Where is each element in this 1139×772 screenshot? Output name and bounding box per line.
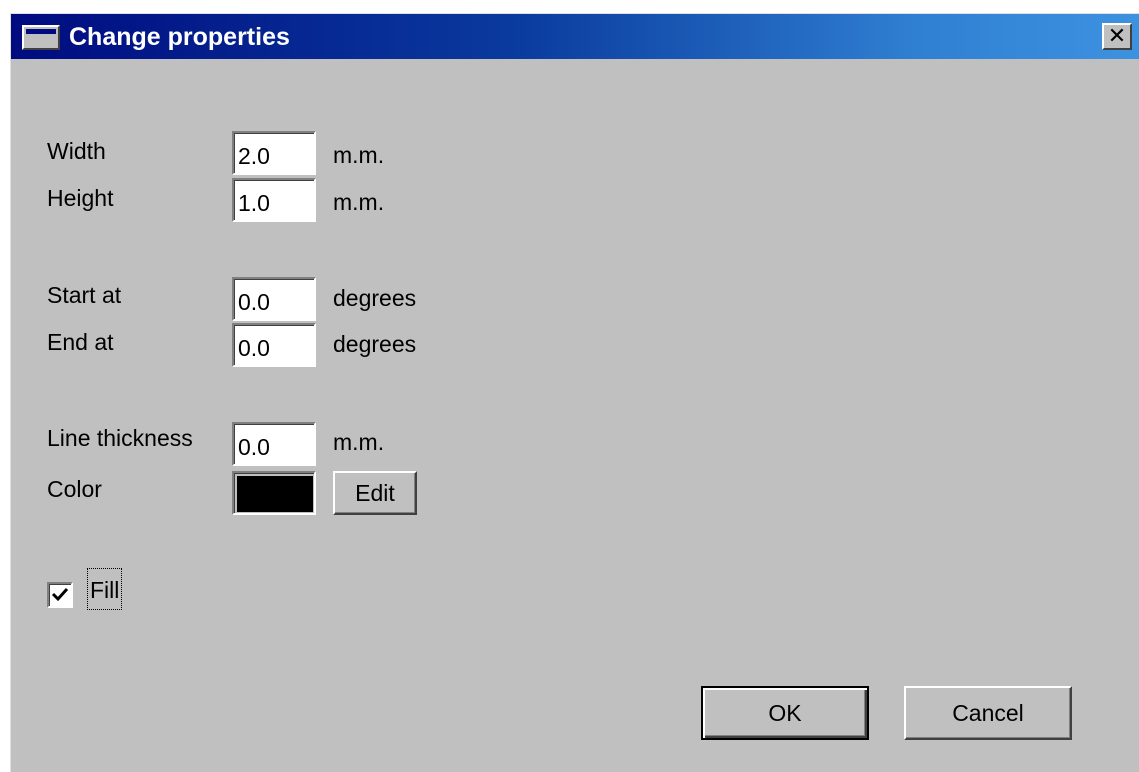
end-angle-field[interactable] (232, 323, 316, 367)
cancel-button[interactable]: Cancel (904, 686, 1072, 740)
line-thickness-field[interactable] (232, 422, 316, 466)
width-unit: m.m. (333, 142, 385, 168)
fill-checkbox[interactable] (47, 582, 73, 608)
edit-color-button[interactable]: Edit (333, 471, 417, 515)
start-angle-label: Start at (47, 282, 122, 308)
height-field[interactable] (232, 178, 316, 222)
title-bar[interactable]: Change properties ✕ (11, 14, 1139, 59)
start-angle-field[interactable] (232, 277, 316, 321)
line-thickness-unit: m.m. (333, 429, 385, 455)
end-angle-label: End at (47, 329, 114, 355)
close-icon[interactable]: ✕ (1102, 23, 1132, 50)
start-angle-unit: degrees (333, 285, 417, 311)
color-swatch-fill (237, 476, 313, 512)
end-angle-unit: degrees (333, 331, 417, 357)
ok-button[interactable]: OK (701, 686, 869, 740)
checkmark-icon (51, 587, 69, 602)
fill-checkbox-label[interactable]: Fill (87, 568, 123, 610)
line-thickness-label: Line thickness (47, 425, 193, 451)
width-label: Width (47, 138, 106, 164)
height-label: Height (47, 185, 114, 211)
change-properties-dialog: Change properties ✕ Width m.m. Height m.… (10, 13, 1139, 772)
color-swatch (232, 471, 316, 515)
height-unit: m.m. (333, 189, 385, 215)
dialog-title: Change properties (69, 23, 290, 51)
color-label: Color (47, 476, 102, 502)
width-field[interactable] (232, 131, 316, 175)
window-icon (22, 25, 60, 50)
